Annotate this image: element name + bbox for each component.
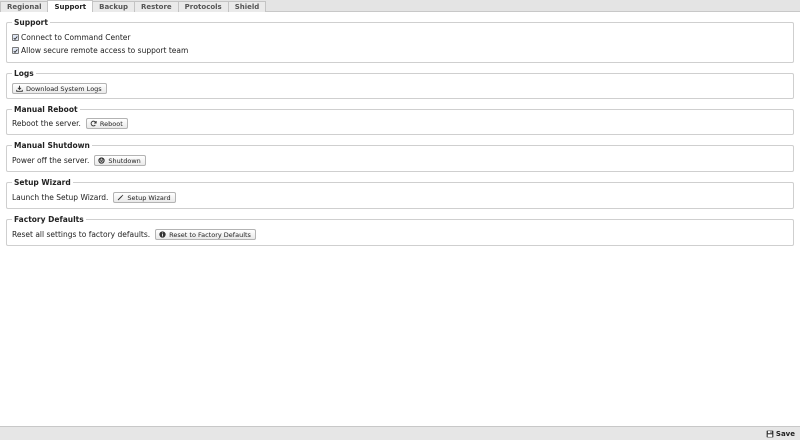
tab-backup[interactable]: Backup [92, 1, 135, 12]
tab-support[interactable]: Support [47, 0, 94, 12]
shutdown-row: Power off the server. Shutdown [12, 155, 146, 166]
logs-row: Download System Logs [12, 83, 107, 94]
setup-wizard-row: Launch the Setup Wizard. Setup Wizard [12, 192, 176, 203]
setup-wizard-section: Setup Wizard Launch the Setup Wizard. Se… [6, 178, 794, 209]
connect-command-center-row: Connect to Command Center [12, 32, 130, 43]
reboot-button-label: Reboot [99, 119, 123, 128]
remote-access-label: Allow secure remote access to support te… [21, 46, 189, 55]
factory-defaults-section: Factory Defaults Reset all settings to f… [6, 215, 794, 246]
app-window: Regional Support Backup Restore Protocol… [0, 0, 800, 440]
download-system-logs-label: Download System Logs [26, 84, 102, 93]
remote-access-checkbox[interactable] [12, 47, 19, 54]
magic-wand-icon [117, 194, 124, 201]
factory-defaults-section-title: Factory Defaults [12, 215, 86, 224]
footer-bar: Save [0, 426, 800, 440]
download-icon [16, 85, 23, 92]
shutdown-button[interactable]: Shutdown [94, 155, 146, 166]
checkmark-icon [13, 35, 18, 40]
tab-shield[interactable]: Shield [227, 1, 267, 12]
setup-wizard-button[interactable]: Setup Wizard [113, 192, 176, 203]
tabs: Regional Support Backup Restore Protocol… [0, 0, 800, 12]
reset-factory-defaults-label: Reset to Factory Defaults [169, 230, 251, 239]
reset-factory-defaults-button[interactable]: Reset to Factory Defaults [155, 229, 256, 240]
remote-access-row: Allow secure remote access to support te… [12, 45, 188, 56]
logs-section: Logs Download System Logs [6, 69, 794, 99]
logs-section-title: Logs [12, 69, 36, 78]
tab-restore[interactable]: Restore [133, 1, 179, 12]
setup-wizard-button-label: Setup Wizard [127, 193, 171, 202]
floppy-disk-icon [766, 430, 774, 438]
setup-wizard-description: Launch the Setup Wizard. [12, 193, 109, 202]
connect-command-center-label: Connect to Command Center [21, 33, 131, 42]
tab-regional[interactable]: Regional [0, 1, 49, 12]
checkmark-icon [13, 48, 18, 53]
manual-reboot-section: Manual Reboot Reboot the server. Reboot [6, 105, 794, 135]
tab-protocols[interactable]: Protocols [177, 1, 229, 12]
tab-bar: Regional Support Backup Restore Protocol… [0, 0, 800, 12]
reboot-button[interactable]: Reboot [85, 118, 128, 129]
setup-wizard-section-title: Setup Wizard [12, 178, 73, 187]
power-icon [98, 157, 105, 164]
shutdown-button-label: Shutdown [108, 156, 141, 165]
connect-command-center-checkbox[interactable] [12, 34, 19, 41]
save-button-label: Save [775, 430, 795, 438]
manual-shutdown-section: Manual Shutdown Power off the server. Sh… [6, 141, 794, 172]
info-icon [159, 231, 166, 238]
support-section: Support Connect to Command Center Allow … [6, 18, 794, 63]
refresh-icon [90, 120, 97, 127]
manual-shutdown-section-title: Manual Shutdown [12, 141, 92, 150]
factory-defaults-description: Reset all settings to factory defaults. [12, 230, 151, 239]
support-section-title: Support [12, 18, 50, 27]
save-button[interactable]: Save [766, 429, 795, 439]
reboot-description: Reboot the server. [12, 119, 81, 128]
factory-defaults-row: Reset all settings to factory defaults. … [12, 229, 256, 240]
download-system-logs-button[interactable]: Download System Logs [12, 83, 107, 94]
manual-reboot-section-title: Manual Reboot [12, 105, 80, 114]
shutdown-description: Power off the server. [12, 156, 90, 165]
reboot-row: Reboot the server. Reboot [12, 118, 128, 129]
